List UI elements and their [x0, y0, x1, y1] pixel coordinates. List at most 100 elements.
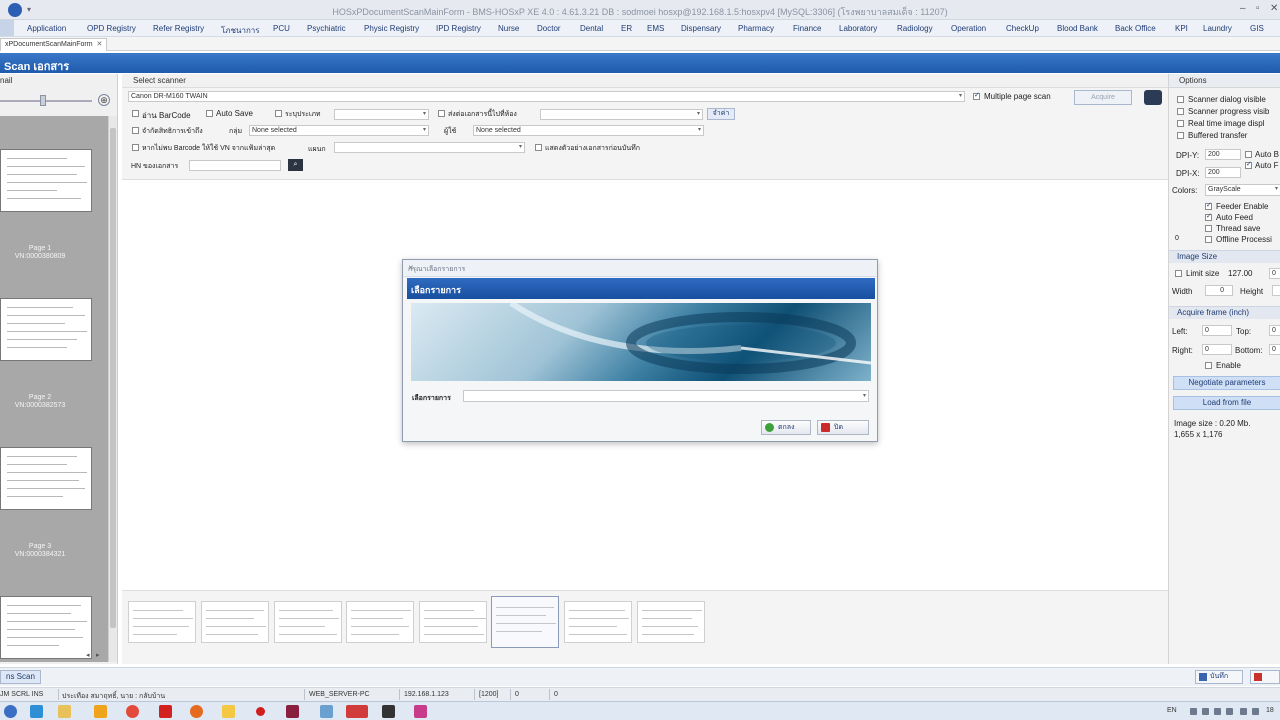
maximize-icon[interactable]: ▫	[1256, 3, 1260, 14]
scanned-page-thumbnail[interactable]	[419, 601, 487, 643]
app-icon[interactable]	[414, 705, 427, 718]
page-thumbnail-4[interactable]	[0, 596, 92, 659]
limit-size-extra-input[interactable]: 0	[1269, 268, 1280, 279]
scan-button[interactable]: ns Scan	[0, 670, 41, 684]
thumbnail-size-slider[interactable]	[0, 100, 92, 102]
width-input[interactable]: 0	[1205, 285, 1233, 296]
frame-top-input[interactable]: 0	[1269, 325, 1280, 336]
page-thumbnail-1[interactable]	[0, 149, 92, 212]
network-icon[interactable]	[1226, 708, 1233, 715]
menu-nurse[interactable]: Nurse	[498, 24, 519, 33]
frame-right-input[interactable]: 0	[1202, 344, 1232, 355]
app-menu-button[interactable]	[0, 20, 14, 36]
scanned-page-thumbnail[interactable]	[274, 601, 342, 643]
specify-date-checkbox[interactable]	[275, 110, 282, 117]
menu-radiology[interactable]: Radiology	[897, 24, 933, 33]
feeder-enabled-checkbox[interactable]	[1205, 201, 1212, 210]
group-select[interactable]: None selected ▾	[249, 125, 429, 136]
auto-feed-checkbox[interactable]	[1205, 212, 1212, 221]
select-item-combobox[interactable]: ▾	[463, 390, 869, 402]
search-icon[interactable]: ⌕	[288, 159, 303, 171]
menu-physic-registry[interactable]: Physic Registry	[364, 24, 419, 33]
load-from-file-button[interactable]: Load from file	[1173, 396, 1280, 410]
start-icon[interactable]	[4, 705, 17, 718]
ok-button[interactable]: ตกลง	[761, 420, 811, 435]
firefox-icon[interactable]	[190, 705, 203, 718]
filezilla-icon[interactable]	[159, 705, 172, 718]
dpi-x-input[interactable]: 200	[1205, 167, 1241, 178]
app-icon[interactable]	[346, 705, 368, 718]
menu-opd-registry[interactable]: OPD Registry	[87, 24, 136, 33]
menu-ems[interactable]: EMS	[647, 24, 664, 33]
menu-laundry[interactable]: Laundry	[1203, 24, 1232, 33]
close-form-button[interactable]	[1250, 670, 1280, 684]
frame-bottom-input[interactable]: 0	[1269, 344, 1280, 355]
offline-processing-checkbox[interactable]	[1205, 236, 1212, 243]
scanner-dialog-visible-checkbox[interactable]	[1177, 96, 1184, 103]
menu-dental[interactable]: Dental	[580, 24, 603, 33]
height-input[interactable]	[1272, 285, 1280, 296]
remember-value-button[interactable]: จำค่า	[707, 108, 735, 120]
chrome-icon[interactable]	[126, 705, 139, 718]
thumbnail-scrollbar[interactable]	[108, 116, 117, 662]
language-indicator[interactable]: EN	[1167, 707, 1177, 714]
close-tab-icon[interactable]: ✕	[97, 41, 103, 48]
tray-icon[interactable]	[1252, 708, 1259, 715]
scanned-page-thumbnail[interactable]	[346, 601, 414, 643]
record-icon[interactable]	[256, 707, 265, 716]
dpi-y-input[interactable]: 200	[1205, 149, 1241, 160]
frame-left-input[interactable]: 0	[1202, 325, 1232, 336]
slider-handle[interactable]	[40, 95, 46, 106]
close-button[interactable]: ปิด	[817, 420, 869, 435]
menu-laboratory[interactable]: Laboratory	[839, 24, 877, 33]
menu-checkup[interactable]: CheckUp	[1006, 24, 1039, 33]
auto-b-checkbox[interactable]	[1245, 151, 1252, 158]
scrollbar-thumb[interactable]	[110, 128, 116, 628]
minimize-icon[interactable]: –	[1240, 3, 1246, 14]
close-window-icon[interactable]: ✕	[1270, 3, 1278, 14]
tray-icon[interactable]	[1190, 708, 1197, 715]
page-thumbnail-2[interactable]	[0, 298, 92, 361]
thread-save-checkbox[interactable]	[1205, 225, 1212, 232]
page-thumbnail-3[interactable]	[0, 447, 92, 510]
scanned-page-thumbnail[interactable]	[637, 601, 705, 643]
menu-pcu[interactable]: PCU	[273, 24, 290, 33]
menu-application[interactable]: Application	[27, 24, 66, 33]
menu-doctor[interactable]: Doctor	[537, 24, 561, 33]
app-icon[interactable]	[94, 705, 107, 718]
multiple-page-scan-checkbox[interactable]	[973, 91, 980, 100]
clock[interactable]: 18	[1266, 707, 1274, 714]
set-rights-checkbox[interactable]	[132, 127, 139, 134]
folder-icon[interactable]	[58, 705, 71, 718]
menu-pharmacy[interactable]: Pharmacy	[738, 24, 774, 33]
scroll-right-icon[interactable]: ▸	[96, 651, 100, 659]
app-icon[interactable]	[320, 705, 333, 718]
document-type-select[interactable]: ▾	[334, 109, 429, 120]
department-select[interactable]: ▾	[334, 142, 525, 153]
scanned-page-thumbnail[interactable]	[201, 601, 269, 643]
tab-document-scan[interactable]: xPDocumentScanMainForm ✕	[0, 38, 108, 51]
negotiate-parameters-button[interactable]: Negotiate parameters	[1173, 376, 1280, 390]
menu-psychiatric[interactable]: Psychiatric	[307, 24, 346, 33]
send-to-room-checkbox[interactable]	[438, 110, 445, 117]
limit-size-checkbox[interactable]	[1175, 270, 1182, 277]
zoom-in-icon[interactable]: ⊕	[98, 94, 110, 106]
menu-nutrition[interactable]: โภชนาการ	[221, 24, 260, 37]
menu-er[interactable]: ER	[621, 24, 632, 33]
menu-kpi[interactable]: KPI	[1175, 24, 1188, 33]
scanner-select[interactable]: Canon DR-M160 TWAIN ▾	[128, 91, 965, 102]
scanner-progress-visible-checkbox[interactable]	[1177, 108, 1184, 115]
menu-gis[interactable]: GIS	[1250, 24, 1264, 33]
menu-ipd-registry[interactable]: IPD Registry	[436, 24, 481, 33]
menu-operation[interactable]: Operation	[951, 24, 986, 33]
read-barcode-checkbox[interactable]	[132, 110, 139, 117]
no-barcode-vn-checkbox[interactable]	[132, 144, 139, 151]
menu-back-office[interactable]: Back Office	[1115, 24, 1156, 33]
acquire-button[interactable]: Acquire	[1074, 90, 1132, 105]
room-select[interactable]: ▾	[540, 109, 703, 120]
scanned-page-thumbnail-selected[interactable]	[491, 596, 559, 648]
frame-enable-checkbox[interactable]	[1205, 362, 1212, 369]
thumbnail-list[interactable]: Page 1 VN:0000380809 Page 2 VN:000038257…	[0, 116, 108, 662]
auto-f-checkbox[interactable]	[1245, 160, 1252, 169]
close-icon[interactable]: ✕	[408, 264, 872, 272]
